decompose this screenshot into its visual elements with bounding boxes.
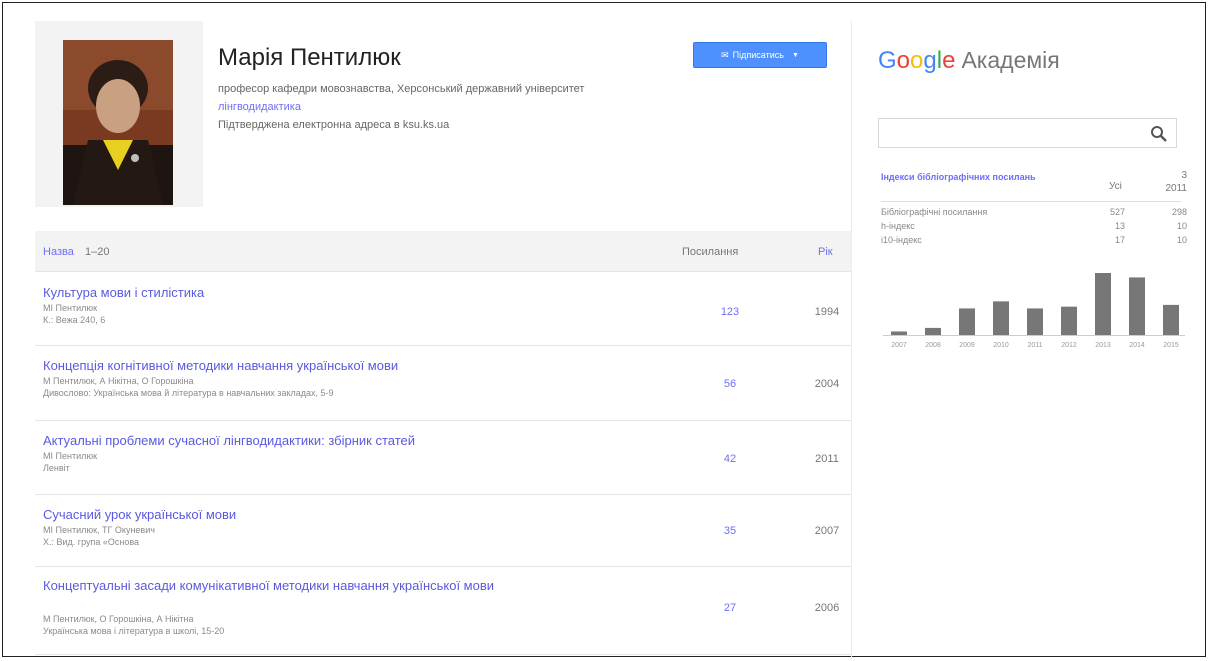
- sort-by-title[interactable]: Назва: [43, 246, 74, 258]
- chart-tick-label: 2014: [1129, 342, 1145, 349]
- table-row: Сучасний урок української мови МІ Пентил…: [35, 494, 851, 567]
- search-icon[interactable]: [1147, 122, 1171, 144]
- chart-bar-2013[interactable]: [1095, 273, 1111, 335]
- profile-name: Марія Пентилюк: [218, 44, 401, 71]
- table-row: Концепція когнітивної методики навчання …: [35, 345, 851, 421]
- article-venue: Ленвіт: [43, 463, 70, 473]
- profile-header: Марія Пентилюк професор кафедри мовознав…: [35, 21, 851, 226]
- citation-row-label: h-індекс: [881, 221, 915, 231]
- article-venue: Українська мова і література в школі, 15…: [43, 626, 225, 636]
- google-scholar-logo: Google Академія: [878, 47, 1060, 74]
- chart-tick-label: 2009: [959, 342, 975, 349]
- article-authors: МІ Пентилюк, ТГ Окуневич: [43, 525, 155, 535]
- article-title[interactable]: Культура мови і стилістика: [43, 285, 663, 301]
- chart-bar-2010[interactable]: [993, 301, 1009, 335]
- citation-row-all: 527: [1109, 207, 1125, 217]
- article-authors: МІ Пентилюк: [43, 451, 98, 461]
- follow-label: Підписатись: [732, 50, 784, 60]
- chart-tick-label: 2015: [1163, 342, 1179, 349]
- publication-year: 2004: [814, 378, 840, 390]
- citation-row: i10-індекс 17 10: [881, 235, 1187, 249]
- citation-indices-title[interactable]: Індекси бібліографічних посилань: [881, 171, 1051, 183]
- table-header: Назва 1–20 Посилання Рік: [35, 231, 851, 272]
- article-authors: М Пентилюк, О Горошкіна, А Нікітна: [43, 614, 194, 624]
- chart-tick-label: 2010: [993, 342, 1009, 349]
- page-frame: Марія Пентилюк професор кафедри мовознав…: [2, 2, 1206, 661]
- table-row: Концептуальні засади комунікативної мето…: [35, 566, 851, 655]
- profile-column: Марія Пентилюк професор кафедри мовознав…: [35, 21, 852, 661]
- citation-row-label: Бібліографічні посилання: [881, 207, 988, 217]
- article-title[interactable]: Актуальні проблеми сучасної лінгводидакт…: [43, 433, 663, 449]
- citation-row-all: 13: [1114, 221, 1125, 231]
- citation-count[interactable]: 35: [715, 525, 745, 537]
- chart-bar-2012[interactable]: [1061, 306, 1077, 335]
- chart-bar-2015[interactable]: [1163, 304, 1179, 335]
- profile-interest-link[interactable]: лінгводидактика: [218, 101, 301, 113]
- logo-suffix: Академія: [961, 47, 1060, 73]
- publication-year: 2011: [815, 453, 839, 465]
- chart-tick-label: 2012: [1061, 342, 1077, 349]
- article-authors: МІ Пентилюк: [43, 303, 98, 313]
- citation-count[interactable]: 56: [715, 378, 745, 390]
- article-venue: Дивослово: Українська мова й література …: [43, 388, 334, 398]
- article-title[interactable]: Сучасний урок української мови: [43, 507, 663, 523]
- citation-count[interactable]: 123: [715, 306, 745, 318]
- chart-bar-2011[interactable]: [1027, 308, 1043, 335]
- profile-email: Підтверджена електронна адреса в ksu.ks.…: [218, 119, 450, 131]
- publication-year: 2007: [814, 525, 840, 537]
- col-since-number: 3: [1181, 170, 1187, 181]
- chart-tick-label: 2013: [1095, 342, 1111, 349]
- citation-row-since: 10: [1176, 221, 1187, 231]
- citation-count[interactable]: 42: [715, 453, 745, 465]
- sidebar: Google Академія Індекси бібліографічних п…: [875, 21, 1205, 661]
- sort-by-citations[interactable]: Посилання: [682, 246, 738, 258]
- chart-bar-2008[interactable]: [925, 327, 941, 335]
- avatar: [63, 40, 173, 205]
- search-input[interactable]: [879, 119, 1141, 147]
- chevron-down-icon: ▼: [791, 51, 799, 59]
- citation-row-all: 17: [1114, 235, 1125, 245]
- chart-bar-2014[interactable]: [1129, 277, 1145, 335]
- article-title[interactable]: Концептуальні засади комунікативної мето…: [43, 578, 663, 594]
- citation-row-since: 298: [1171, 207, 1187, 217]
- citation-row-label: i10-індекс: [881, 235, 922, 245]
- article-title[interactable]: Концепція когнітивної методики навчання …: [43, 358, 663, 374]
- article-venue: Х.: Вид. група «Основа: [43, 537, 140, 547]
- search-box: [878, 118, 1177, 148]
- avatar-container: [35, 21, 203, 207]
- citations-chart: 2007 2008 2009 2010 2011 2012 2013 2014 2015: [883, 273, 1185, 349]
- follow-button[interactable]: ✉ Підписатись ▼: [693, 42, 827, 68]
- citation-row-since: 10: [1176, 235, 1187, 245]
- col-since-year: 2011: [1165, 183, 1187, 194]
- article-venue: К.: Вежа 240, 6: [43, 315, 106, 325]
- chart-bar-2009[interactable]: [959, 308, 975, 335]
- table-row: Актуальні проблеми сучасної лінгводидакт…: [35, 420, 851, 495]
- citation-row: h-індекс 13 10: [881, 221, 1187, 235]
- chart-bar-2007[interactable]: [891, 331, 907, 335]
- chart-tick-label: 2008: [925, 342, 941, 349]
- results-range: 1–20: [85, 246, 110, 258]
- citation-row: Бібліографічні посилання 527 298: [881, 207, 1187, 221]
- citation-count[interactable]: 27: [715, 602, 745, 614]
- publication-year: 2006: [814, 602, 840, 614]
- chart-tick-label: 2011: [1027, 342, 1042, 349]
- chart-tick-label: 2007: [891, 342, 907, 349]
- profile-affiliation: професор кафедри мовознавства, Херсонськ…: [218, 83, 585, 95]
- citation-indices-header: Індекси бібліографічних посилань Усі 3 2…: [881, 169, 1187, 202]
- col-all: Усі: [1109, 181, 1122, 192]
- envelope-icon: ✉: [721, 49, 729, 60]
- table-row: Культура мови і стилістика МІ Пентилюк К…: [35, 272, 851, 346]
- article-authors: М Пентилюк, А Нікітна, О Горошкіна: [43, 376, 194, 386]
- sort-by-year[interactable]: Рік: [818, 246, 833, 258]
- publication-year: 1994: [814, 306, 840, 318]
